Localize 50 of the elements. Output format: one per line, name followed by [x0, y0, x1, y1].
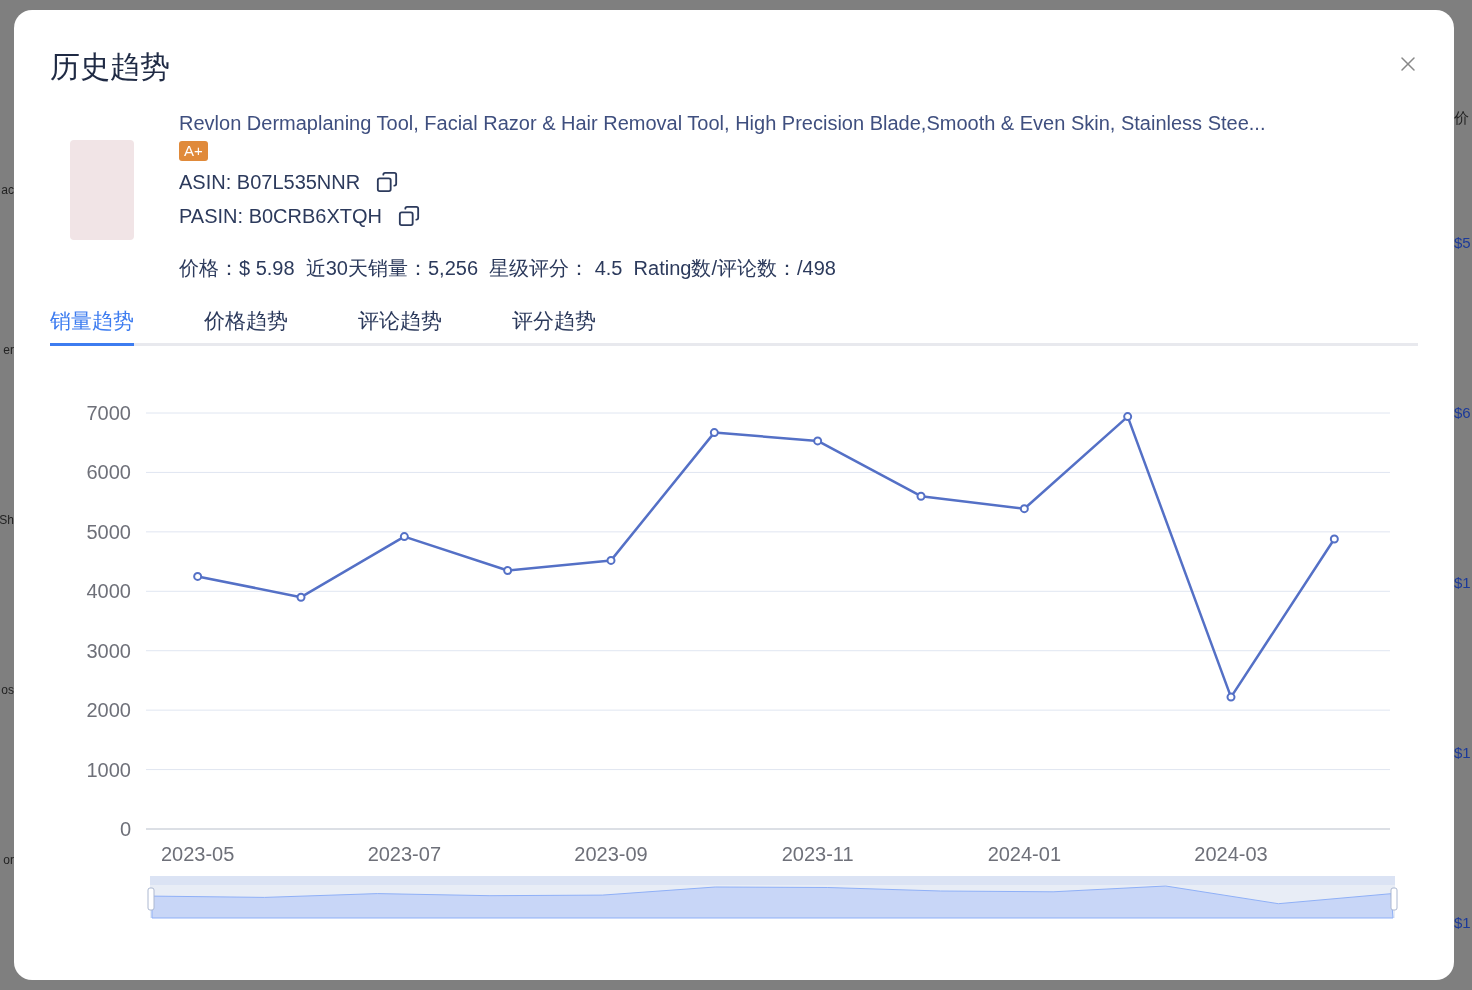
x-axis-label: 2023-09	[574, 843, 648, 865]
data-zoom-slider[interactable]	[147, 876, 1398, 919]
dialog-title: 历史趋势	[50, 49, 170, 85]
product-stats: 价格：$ 5.98 近30天销量：5,256 星级评分： 4.5 Rating数/评论数：/498	[179, 256, 837, 281]
y-axis-label: 0	[119, 818, 131, 840]
background-text: 价	[1454, 108, 1470, 128]
x-axis-label: 2024-01	[987, 843, 1062, 865]
background-text: or	[3, 852, 14, 869]
y-axis-label: 3000	[86, 639, 131, 662]
tab[interactable]: 销量趋势	[50, 303, 134, 346]
background-text: $6	[1454, 403, 1472, 423]
data-point	[916, 491, 926, 501]
data-point	[399, 532, 409, 542]
y-axis-label: 4000	[86, 580, 131, 603]
background-text: os	[1, 682, 14, 699]
background-text: $1	[1454, 913, 1472, 933]
y-axis-label: 7000	[86, 402, 131, 424]
data-point	[1123, 412, 1133, 422]
data-point	[1226, 692, 1236, 702]
background-text: er	[3, 342, 14, 359]
copy-icon[interactable]	[376, 171, 399, 193]
data-point	[193, 571, 203, 581]
data-point	[1019, 504, 1029, 514]
background-text: ac	[1, 182, 14, 199]
grade-badge: A+	[179, 141, 208, 161]
tab[interactable]: 评论趋势	[358, 303, 442, 346]
data-point	[709, 428, 719, 438]
x-axis-label: 2023-07	[367, 843, 442, 865]
background-text: $1	[1454, 573, 1472, 593]
data-point	[606, 555, 616, 565]
y-axis-label: 6000	[86, 461, 131, 484]
background-text: $1	[1454, 743, 1472, 763]
data-point	[296, 592, 306, 602]
x-axis-label: 2024-03	[1194, 843, 1268, 865]
background-text: $5	[1454, 233, 1472, 253]
pasin-text: PASIN: B0CRB6XTQH	[179, 204, 383, 229]
y-axis-label: 1000	[86, 758, 131, 781]
product-title: Revlon Dermaplaning Tool, Facial Razor & Hair Removal Tool, High Precision Blade,Smooth & Even Skin, Stainless Stee...	[179, 111, 1266, 136]
y-axis-label: 5000	[86, 520, 131, 543]
tab[interactable]: 价格趋势	[204, 303, 288, 346]
asin-text: ASIN: B07L535NNR	[179, 170, 361, 195]
background-text: Sh	[0, 512, 14, 529]
copy-icon[interactable]	[398, 205, 421, 227]
tab[interactable]: 评分趋势	[512, 303, 596, 346]
data-point	[1329, 534, 1339, 544]
y-axis-label: 2000	[86, 699, 131, 722]
data-point	[813, 436, 823, 446]
x-axis-label: 2023-05	[160, 843, 235, 865]
data-point	[503, 566, 513, 575]
x-axis-label: 2023-11	[781, 843, 854, 865]
